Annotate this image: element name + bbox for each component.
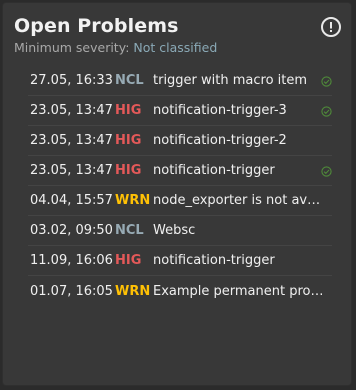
widget-title: Open Problems [14,15,179,37]
acknowledged-check-icon [321,106,332,117]
problem-row[interactable]: 11.09, 16:06 HIG notification-trigger [28,246,332,276]
problem-row[interactable]: 23.05, 13:47 HIG notification-trigger-2 [28,126,332,156]
subtitle-severity-value: Not classified [133,40,218,55]
info-icon[interactable] [321,17,341,37]
problem-description[interactable]: notification-trigger-2 [153,133,325,148]
acknowledged-check-icon [321,76,332,87]
problem-description[interactable]: notification-trigger-3 [153,103,325,118]
widget-subtitle: Minimum severity: Not classified [14,40,217,55]
problem-description[interactable]: trigger with macro item [153,73,325,88]
problem-description[interactable]: Example permanent problem [153,284,325,299]
problem-time[interactable]: 23.05, 13:47 [30,133,113,148]
severity-badge: HIG [115,163,142,178]
severity-badge: NCL [115,73,144,88]
problem-description[interactable]: Websc [153,223,325,238]
severity-badge: WRN [115,283,151,299]
severity-badge: NCL [115,223,144,238]
open-problems-widget: Open Problems Minimum severity: Not clas… [2,2,352,386]
severity-badge: HIG [115,103,142,118]
problem-time[interactable]: 27.05, 16:33 [30,73,113,88]
problem-description[interactable]: notification-trigger [153,253,325,268]
problem-time[interactable]: 23.05, 13:47 [30,163,113,178]
acknowledged-check-icon [321,166,332,177]
problem-row[interactable]: 04.04, 15:57 WRN node_exporter is not avai… [28,186,332,216]
severity-badge: HIG [115,133,142,148]
problem-description[interactable]: node_exporter is not available [153,193,325,208]
problem-time[interactable]: 04.04, 15:57 [30,193,113,208]
problem-row[interactable]: 03.02, 09:50 NCL Websc [28,216,332,246]
problem-description[interactable]: notification-trigger [153,163,325,178]
problem-row[interactable]: 27.05, 16:33 NCL trigger with macro item [28,66,332,96]
subtitle-label: Minimum severity: [14,40,134,55]
problem-time[interactable]: 01.07, 16:05 [30,284,113,299]
problem-list: 27.05, 16:33 NCL trigger with macro item 23… [28,66,332,306]
problem-time[interactable]: 11.09, 16:06 [30,253,113,268]
severity-badge: WRN [115,193,151,208]
severity-badge: HIG [115,253,142,268]
problem-row[interactable]: 23.05, 13:47 HIG notification-trigger-3 [28,96,332,126]
problem-row[interactable]: 01.07, 16:05 WRN Example permanent problem [28,276,332,306]
problem-row[interactable]: 23.05, 13:47 HIG notification-trigger [28,156,332,186]
problem-time[interactable]: 23.05, 13:47 [30,103,113,118]
problem-time[interactable]: 03.02, 09:50 [30,223,113,238]
